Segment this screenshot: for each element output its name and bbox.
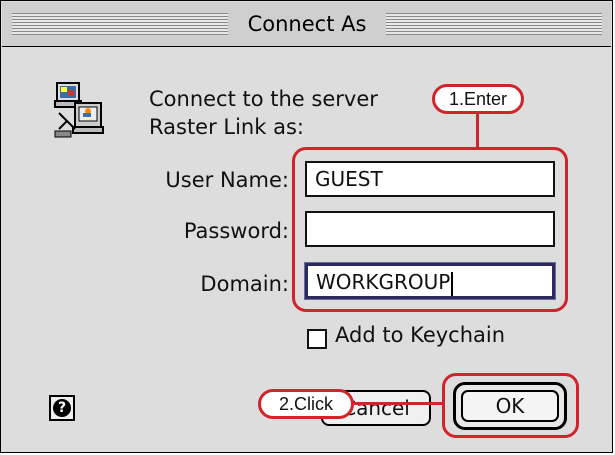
connect-prompt-line1: Connect to the server xyxy=(149,87,378,111)
connect-prompt-line2: Raster Link as: xyxy=(149,115,304,139)
add-to-keychain-checkbox[interactable] xyxy=(307,329,327,349)
title-bar[interactable]: Connect As xyxy=(2,2,611,47)
window-title: Connect As xyxy=(247,12,367,36)
add-to-keychain-label[interactable]: Add to Keychain xyxy=(335,323,505,347)
computer-icon xyxy=(54,82,104,138)
click-connector-line xyxy=(354,402,444,405)
help-button[interactable]: ? xyxy=(49,395,75,421)
title-stripes-right xyxy=(386,13,602,35)
user-name-label: User Name: xyxy=(165,168,289,192)
enter-callout: 1.Enter xyxy=(432,84,524,114)
title-stripes-left xyxy=(12,13,228,35)
fields-highlight-box xyxy=(292,147,568,312)
password-label: Password: xyxy=(183,219,289,243)
enter-connector-line xyxy=(476,114,479,147)
ok-highlight-box xyxy=(442,373,579,438)
help-icon: ? xyxy=(53,399,71,417)
click-callout: 2.Click xyxy=(258,389,354,419)
domain-label: Domain: xyxy=(200,272,289,296)
